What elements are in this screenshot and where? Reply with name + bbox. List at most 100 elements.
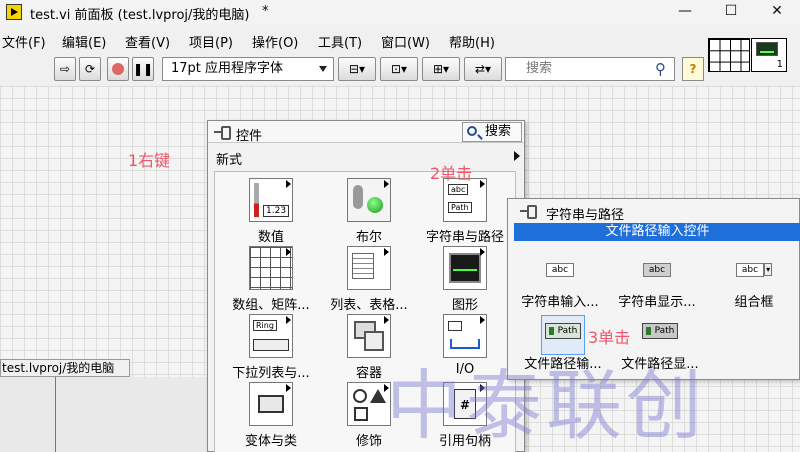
palette-item-string-path[interactable]: abc Path 字符串与路径 — [415, 178, 515, 245]
submenu-item-combo-box[interactable]: abc ▾ 组合框 — [705, 255, 800, 310]
font-select-value: 17pt 应用程序字体 — [171, 61, 284, 76]
run-button[interactable]: ⇨ — [54, 57, 76, 81]
category-arrow-icon — [514, 151, 520, 161]
palette-item-graph[interactable]: 图形 — [415, 246, 515, 313]
palette-item-label: 修饰 — [355, 434, 382, 449]
palette-item-label: 布尔 — [355, 230, 382, 245]
menu-file[interactable]: 文件(F) — [2, 32, 46, 51]
menu-project[interactable]: 项目(P) — [189, 32, 233, 51]
list-table-icon — [347, 246, 391, 290]
refnum-icon: # — [443, 382, 487, 426]
submenu-item-label: 文件路径显... — [621, 357, 699, 372]
menu-operate[interactable]: 操作(O) — [252, 32, 298, 51]
distribute-objects-button[interactable]: ⊡▾ — [380, 57, 418, 81]
maximize-button[interactable]: ☐ — [708, 0, 754, 24]
palette-item-array-matrix[interactable]: 数组、矩阵... — [221, 246, 321, 313]
menu-edit[interactable]: 编辑(E) — [62, 32, 106, 51]
palette-item-ring-enum[interactable]: Ring 下拉列表与... — [221, 314, 321, 381]
background-window — [0, 377, 210, 452]
palette-item-label: 容器 — [355, 366, 382, 381]
decorations-icon — [347, 382, 391, 426]
menu-help[interactable]: 帮助(H) — [449, 32, 495, 51]
io-icon — [443, 314, 487, 358]
distribute-icon: ⊡▾ — [390, 62, 408, 76]
submenu-item-string-control[interactable]: abc 字符串输入... — [511, 255, 609, 310]
submenu-pin-icon[interactable] — [520, 204, 537, 219]
menu-view[interactable]: 查看(V) — [125, 32, 170, 51]
palette-item-label: 变体与类 — [244, 434, 297, 449]
run-continuously-icon: ⟳ — [84, 62, 96, 76]
combo-box-icon: abc ▾ — [705, 255, 800, 285]
chevron-down-icon — [319, 66, 327, 72]
reorder-button[interactable]: ⇄▾ — [464, 57, 502, 81]
palette-item-numeric[interactable]: 1.23 数值 — [221, 178, 321, 245]
palette-item-decorations[interactable]: 修饰 — [319, 382, 419, 449]
palette-item-io[interactable]: I/O — [415, 314, 515, 377]
palette-search-button[interactable]: 搜索 — [462, 122, 522, 142]
annotation-click-2: 2单击 — [430, 164, 473, 183]
path-icon-text: Path — [448, 202, 472, 213]
run-arrow-icon: ⇨ — [59, 62, 71, 76]
submenu-item-label: 组合框 — [734, 295, 774, 310]
palette-item-containers[interactable]: 容器 — [319, 314, 419, 381]
string-icon-text: abc — [448, 184, 469, 195]
palette-header: 控件 搜索 — [208, 121, 524, 144]
string-indicator-icon: abc — [608, 255, 706, 285]
palette-item-label: 图形 — [451, 298, 478, 313]
reorder-icon: ⇄▾ — [474, 62, 492, 76]
palette-item-label: I/O — [455, 362, 475, 377]
title-bar: test.vi 前面板 (test.lvproj/我的电脑) * — ☐ ✕ — [0, 0, 800, 24]
modified-indicator: * — [262, 4, 269, 19]
palette-category[interactable]: 新式 — [216, 149, 242, 168]
palette-item-variant-class[interactable]: 变体与类 — [221, 382, 321, 449]
submenu-tooltip: 文件路径输入控件 — [514, 223, 800, 241]
submenu-title: 字符串与路径 — [546, 208, 625, 223]
pin-icon[interactable] — [214, 125, 231, 140]
project-path-bar: test.lvproj/我的电脑 — [0, 359, 130, 377]
palette-item-label: 下拉列表与... — [232, 366, 310, 381]
align-icon: ⊟▾ — [348, 62, 366, 76]
graph-icon — [443, 246, 487, 290]
palette-item-label: 列表、表格... — [330, 298, 408, 313]
palette-item-boolean[interactable]: 布尔 — [319, 178, 419, 245]
boolean-icon — [347, 178, 391, 222]
connector-pane[interactable] — [708, 38, 750, 72]
vi-icon[interactable]: 1 — [751, 38, 787, 72]
align-objects-button[interactable]: ⊟▾ — [338, 57, 376, 81]
close-button[interactable]: ✕ — [754, 0, 800, 24]
palette-item-label: 数值 — [257, 230, 284, 245]
pause-button[interactable]: ❚❚ — [132, 57, 154, 81]
magnifier-icon — [467, 126, 477, 136]
pause-icon: ❚❚ — [132, 62, 154, 76]
submenu-item-label: 字符串输入... — [521, 295, 599, 310]
annotation-right-click: 1右键 — [128, 151, 171, 170]
context-help-button[interactable]: ? — [682, 57, 704, 81]
toolbar-search-input[interactable]: 搜索 ⚲ — [505, 57, 675, 81]
abort-button[interactable] — [107, 57, 129, 81]
palette-search-label: 搜索 — [485, 124, 512, 139]
palette-item-list-table[interactable]: 列表、表格... — [319, 246, 419, 313]
run-continuously-button[interactable]: ⟳ — [79, 57, 101, 81]
minimize-button[interactable]: — — [662, 0, 708, 24]
menu-tools[interactable]: 工具(T) — [318, 32, 362, 51]
submenu-item-label: 文件路径输... — [524, 357, 602, 372]
controls-palette[interactable]: 控件 搜索 新式 1.23 数值 布尔 abc Path 字符串与路径 数组、矩… — [207, 120, 525, 452]
palette-item-refnum[interactable]: # 引用句柄 — [415, 382, 515, 449]
palette-title: 控件 — [236, 129, 263, 144]
labview-app-icon — [6, 4, 22, 20]
submenu-item-string-indicator[interactable]: abc 字符串显示... — [608, 255, 706, 310]
string-path-icon: abc Path — [443, 178, 487, 222]
resize-objects-button[interactable]: ⊞▾ — [422, 57, 460, 81]
ring-icon-text: Ring — [253, 320, 277, 331]
string-control-icon: abc — [511, 255, 609, 285]
refnum-icon-text: # — [454, 389, 476, 419]
toolbar: ⇨ ⟳ ❚❚ 17pt 应用程序字体 ⊟▾ ⊡▾ ⊞▾ ⇄▾ 搜索 ⚲ ? — [0, 54, 706, 84]
string-path-submenu[interactable]: 字符串与路径 文件路径输入控件 abc 字符串输入... abc 字符串显示..… — [507, 198, 800, 380]
array-matrix-icon — [249, 246, 293, 290]
menu-window[interactable]: 窗口(W) — [381, 32, 430, 51]
font-select[interactable]: 17pt 应用程序字体 — [162, 57, 334, 81]
numeric-icon: 1.23 — [249, 178, 293, 222]
search-icon: ⚲ — [655, 60, 666, 78]
palette-grid: 1.23 数值 布尔 abc Path 字符串与路径 数组、矩阵... 列表、表… — [214, 171, 516, 452]
toolbar-search-placeholder: 搜索 — [526, 61, 553, 76]
